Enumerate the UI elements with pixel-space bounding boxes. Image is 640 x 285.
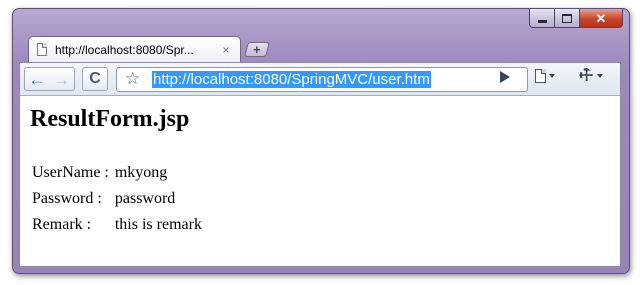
close-icon: ✕ [595, 10, 607, 26]
page-icon [535, 69, 546, 83]
wrench-icon: ⚒ [575, 64, 598, 87]
maximize-button[interactable] [555, 9, 580, 28]
table-row: Password : password [30, 186, 204, 212]
table-row: UserName : mkyong [30, 160, 204, 186]
go-icon[interactable] [500, 71, 510, 83]
tab-close-icon[interactable]: × [218, 43, 234, 57]
tab-active[interactable]: http://localhost:8080/Spr... × [28, 36, 241, 62]
close-window-button[interactable]: ✕ [580, 9, 623, 28]
reload-button[interactable]: C [82, 67, 108, 91]
wrench-menu-button[interactable]: ⚒ [576, 65, 604, 87]
tab-title: http://localhost:8080/Spr... [55, 42, 194, 57]
minimize-button[interactable] [529, 9, 555, 28]
page-favicon-icon [37, 43, 47, 56]
browser-window: ✕ http://localhost:8080/Spr... × + ← → C… [12, 8, 630, 274]
chevron-down-icon [549, 74, 555, 78]
forward-button[interactable]: → [49, 67, 75, 91]
new-tab-button[interactable]: + [243, 42, 271, 57]
page-title: ResultForm.jsp [30, 106, 190, 132]
page-content: ResultForm.jsp UserName : mkyong Passwor… [19, 96, 621, 267]
back-arrow-icon: ← [28, 69, 46, 89]
browser-toolbar: ← → C ☆ http://localhost:8080/SpringMVC/… [19, 62, 621, 96]
forward-arrow-icon: → [53, 69, 70, 89]
table-row: Remark : this is remark [30, 212, 204, 238]
star-icon[interactable]: ☆ [125, 70, 140, 87]
reload-icon: C [89, 70, 101, 87]
row-value: mkyong [114, 164, 168, 181]
address-bar[interactable]: ☆ http://localhost:8080/SpringMVC/user.h… [116, 67, 528, 92]
back-button[interactable]: ← [24, 67, 50, 91]
row-label: UserName : [32, 164, 109, 181]
row-label: Remark : [32, 216, 92, 233]
row-value: password [114, 190, 176, 207]
minimize-icon [537, 19, 547, 23]
url-text[interactable]: http://localhost:8080/SpringMVC/user.htm [152, 71, 431, 88]
row-label: Password : [32, 190, 102, 207]
result-table: UserName : mkyong Password : password Re… [30, 160, 204, 238]
row-value: this is remark [114, 216, 202, 233]
window-controls: ✕ [529, 9, 623, 29]
page-menu-button[interactable] [535, 69, 555, 83]
maximize-icon [562, 13, 572, 23]
plus-icon: + [253, 42, 261, 57]
